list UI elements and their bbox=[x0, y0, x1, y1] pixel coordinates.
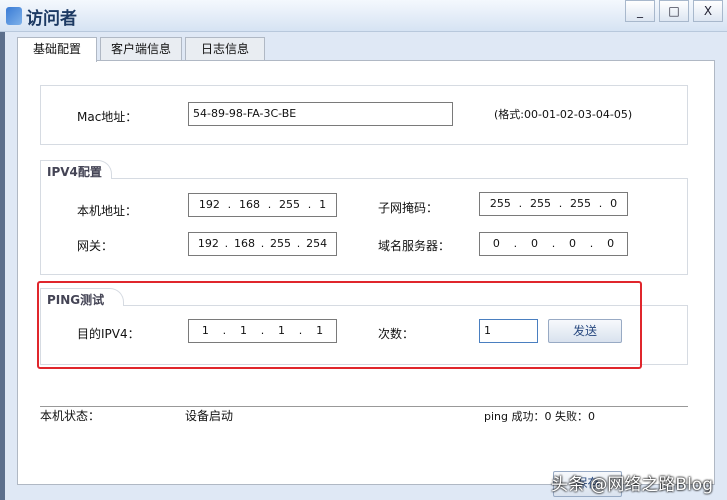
mask-label: 子网掩码： bbox=[378, 201, 439, 215]
dns-input[interactable]: 0.0.0.0 bbox=[479, 232, 628, 256]
close-button[interactable]: X bbox=[693, 0, 723, 22]
window-border bbox=[0, 32, 5, 500]
octet: 192 bbox=[198, 198, 220, 211]
gateway-input[interactable]: 192. 168. 255. 254 bbox=[188, 232, 337, 256]
gateway-label: 网关： bbox=[77, 239, 114, 253]
status-label: 本机状态： bbox=[40, 409, 101, 423]
octet: 1 bbox=[319, 198, 327, 211]
octet: 192 bbox=[197, 237, 219, 250]
ip-address-input[interactable]: 192. 168. 255. 1 bbox=[188, 193, 337, 217]
dns-label: 域名服务器： bbox=[378, 239, 451, 253]
ping-result: ping 成功：0 失败：0 bbox=[484, 410, 595, 423]
octet: 168 bbox=[233, 237, 255, 250]
app-icon bbox=[6, 7, 22, 25]
octet: 0 bbox=[607, 237, 615, 250]
octet: 255 bbox=[529, 197, 551, 210]
octet: 0 bbox=[569, 237, 577, 250]
minimize-button[interactable]: _ bbox=[625, 0, 655, 22]
octet: 168 bbox=[238, 198, 260, 211]
mac-format-hint: (格式:00-01-02-03-04-05) bbox=[494, 108, 633, 121]
octet: 0 bbox=[530, 237, 538, 250]
subnet-mask-input[interactable]: 255. 255. 255. 0 bbox=[479, 192, 628, 216]
octet: 255 bbox=[489, 197, 511, 210]
title-bar: 访问者 _ □ X bbox=[0, 0, 727, 32]
mac-label: Mac地址： bbox=[77, 110, 138, 124]
mac-input[interactable]: 54-89-98-FA-3C-BE bbox=[188, 102, 453, 126]
status-divider bbox=[40, 406, 688, 407]
highlight-box bbox=[37, 281, 642, 369]
maximize-button[interactable]: □ bbox=[659, 0, 689, 22]
status-value: 设备启动 bbox=[185, 409, 234, 423]
octet: 255 bbox=[570, 197, 592, 210]
window-title: 访问者 bbox=[26, 9, 77, 29]
octet: 255 bbox=[270, 237, 292, 250]
ip-label: 本机地址： bbox=[77, 204, 138, 218]
octet: 0 bbox=[492, 237, 500, 250]
tab-basic-config[interactable]: 基础配置 bbox=[17, 37, 97, 62]
octet: 255 bbox=[279, 198, 301, 211]
octet: 0 bbox=[610, 197, 618, 210]
ipv4-section-title: IPV4配置 bbox=[40, 160, 112, 179]
watermark: 头条 @网络之路Blog bbox=[551, 475, 713, 495]
octet: 254 bbox=[306, 237, 328, 250]
tab-client-info[interactable]: 客户端信息 bbox=[100, 37, 182, 61]
tab-log-info[interactable]: 日志信息 bbox=[185, 37, 265, 61]
